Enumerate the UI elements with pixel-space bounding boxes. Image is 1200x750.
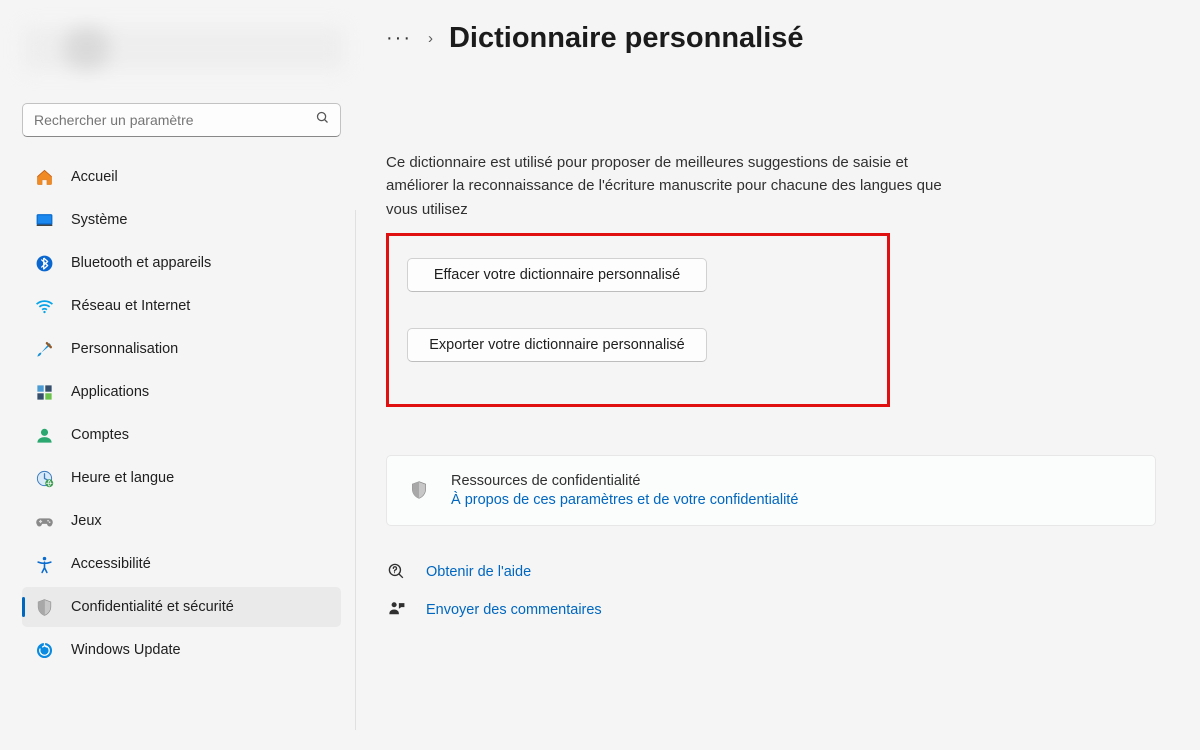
search-input[interactable]: [22, 103, 341, 137]
sidebar-item-label: Jeux: [71, 513, 102, 529]
privacy-card-title: Ressources de confidentialité: [451, 473, 798, 489]
sidebar-item-label: Bluetooth et appareils: [71, 255, 211, 271]
feedback-link-label: Envoyer des commentaires: [426, 602, 602, 618]
sidebar-item-label: Réseau et Internet: [71, 298, 190, 314]
accessibility-icon: [34, 554, 54, 574]
sidebar-item-label: Heure et langue: [71, 470, 174, 486]
sidebar-item-comptes[interactable]: Comptes: [22, 415, 341, 455]
account-icon: [34, 425, 54, 445]
shield-icon: [34, 597, 54, 617]
sidebar: Accueil Système Bluetooth et appareils R…: [0, 0, 355, 750]
page-title: Dictionnaire personnalisé: [449, 22, 804, 55]
sidebar-item-label: Confidentialité et sécurité: [71, 599, 234, 615]
sidebar-item-label: Accueil: [71, 169, 118, 185]
home-icon: [34, 167, 54, 187]
highlighted-region: Effacer votre dictionnaire personnalisé …: [386, 233, 890, 407]
shield-icon: [409, 480, 429, 500]
sidebar-item-accueil[interactable]: Accueil: [22, 157, 341, 197]
clear-dictionary-button[interactable]: Effacer votre dictionnaire personnalisé: [407, 258, 707, 292]
wifi-icon: [34, 296, 54, 316]
sidebar-item-label: Accessibilité: [71, 556, 151, 572]
feedback-icon: [386, 600, 406, 620]
chevron-right-icon: ›: [428, 30, 433, 47]
help-link-label: Obtenir de l'aide: [426, 564, 531, 580]
sidebar-item-personnalisation[interactable]: Personnalisation: [22, 329, 341, 369]
breadcrumb: ··· › Dictionnaire personnalisé: [386, 22, 1162, 55]
sidebar-item-reseau[interactable]: Réseau et Internet: [22, 286, 341, 326]
sidebar-item-jeux[interactable]: Jeux: [22, 501, 341, 541]
brush-icon: [34, 339, 54, 359]
sidebar-item-label: Système: [71, 212, 127, 228]
gamepad-icon: [34, 511, 54, 531]
help-icon: [386, 562, 406, 582]
bluetooth-icon: [34, 253, 54, 273]
sidebar-item-systeme[interactable]: Système: [22, 200, 341, 240]
sidebar-item-bluetooth[interactable]: Bluetooth et appareils: [22, 243, 341, 283]
user-info-blurred: [22, 26, 345, 71]
page-description: Ce dictionnaire est utilisé pour propose…: [386, 151, 966, 221]
sidebar-item-applications[interactable]: Applications: [22, 372, 341, 412]
privacy-resources-card: Ressources de confidentialité À propos d…: [386, 455, 1156, 526]
clock-globe-icon: [34, 468, 54, 488]
update-icon: [34, 640, 54, 660]
sidebar-item-heure-langue[interactable]: Heure et langue: [22, 458, 341, 498]
sidebar-nav: Accueil Système Bluetooth et appareils R…: [22, 157, 341, 670]
apps-icon: [34, 382, 54, 402]
sidebar-item-confidentialite[interactable]: Confidentialité et sécurité: [22, 587, 341, 627]
sidebar-item-label: Applications: [71, 384, 149, 400]
get-help-link[interactable]: Obtenir de l'aide: [386, 562, 1162, 582]
breadcrumb-overflow-button[interactable]: ···: [386, 27, 412, 50]
sidebar-item-label: Personnalisation: [71, 341, 178, 357]
search-wrap: [22, 103, 341, 137]
main-content: ··· › Dictionnaire personnalisé Ce dicti…: [356, 0, 1200, 750]
send-feedback-link[interactable]: Envoyer des commentaires: [386, 600, 1162, 620]
sidebar-item-label: Comptes: [71, 427, 129, 443]
sidebar-item-windows-update[interactable]: Windows Update: [22, 630, 341, 670]
sidebar-item-label: Windows Update: [71, 642, 181, 658]
export-dictionary-button[interactable]: Exporter votre dictionnaire personnalisé: [407, 328, 707, 362]
footer-links: Obtenir de l'aide Envoyer des commentair…: [386, 562, 1162, 620]
search-icon: [315, 110, 330, 130]
privacy-card-link[interactable]: À propos de ces paramètres et de votre c…: [451, 492, 798, 508]
sidebar-item-accessibilite[interactable]: Accessibilité: [22, 544, 341, 584]
system-icon: [34, 210, 54, 230]
